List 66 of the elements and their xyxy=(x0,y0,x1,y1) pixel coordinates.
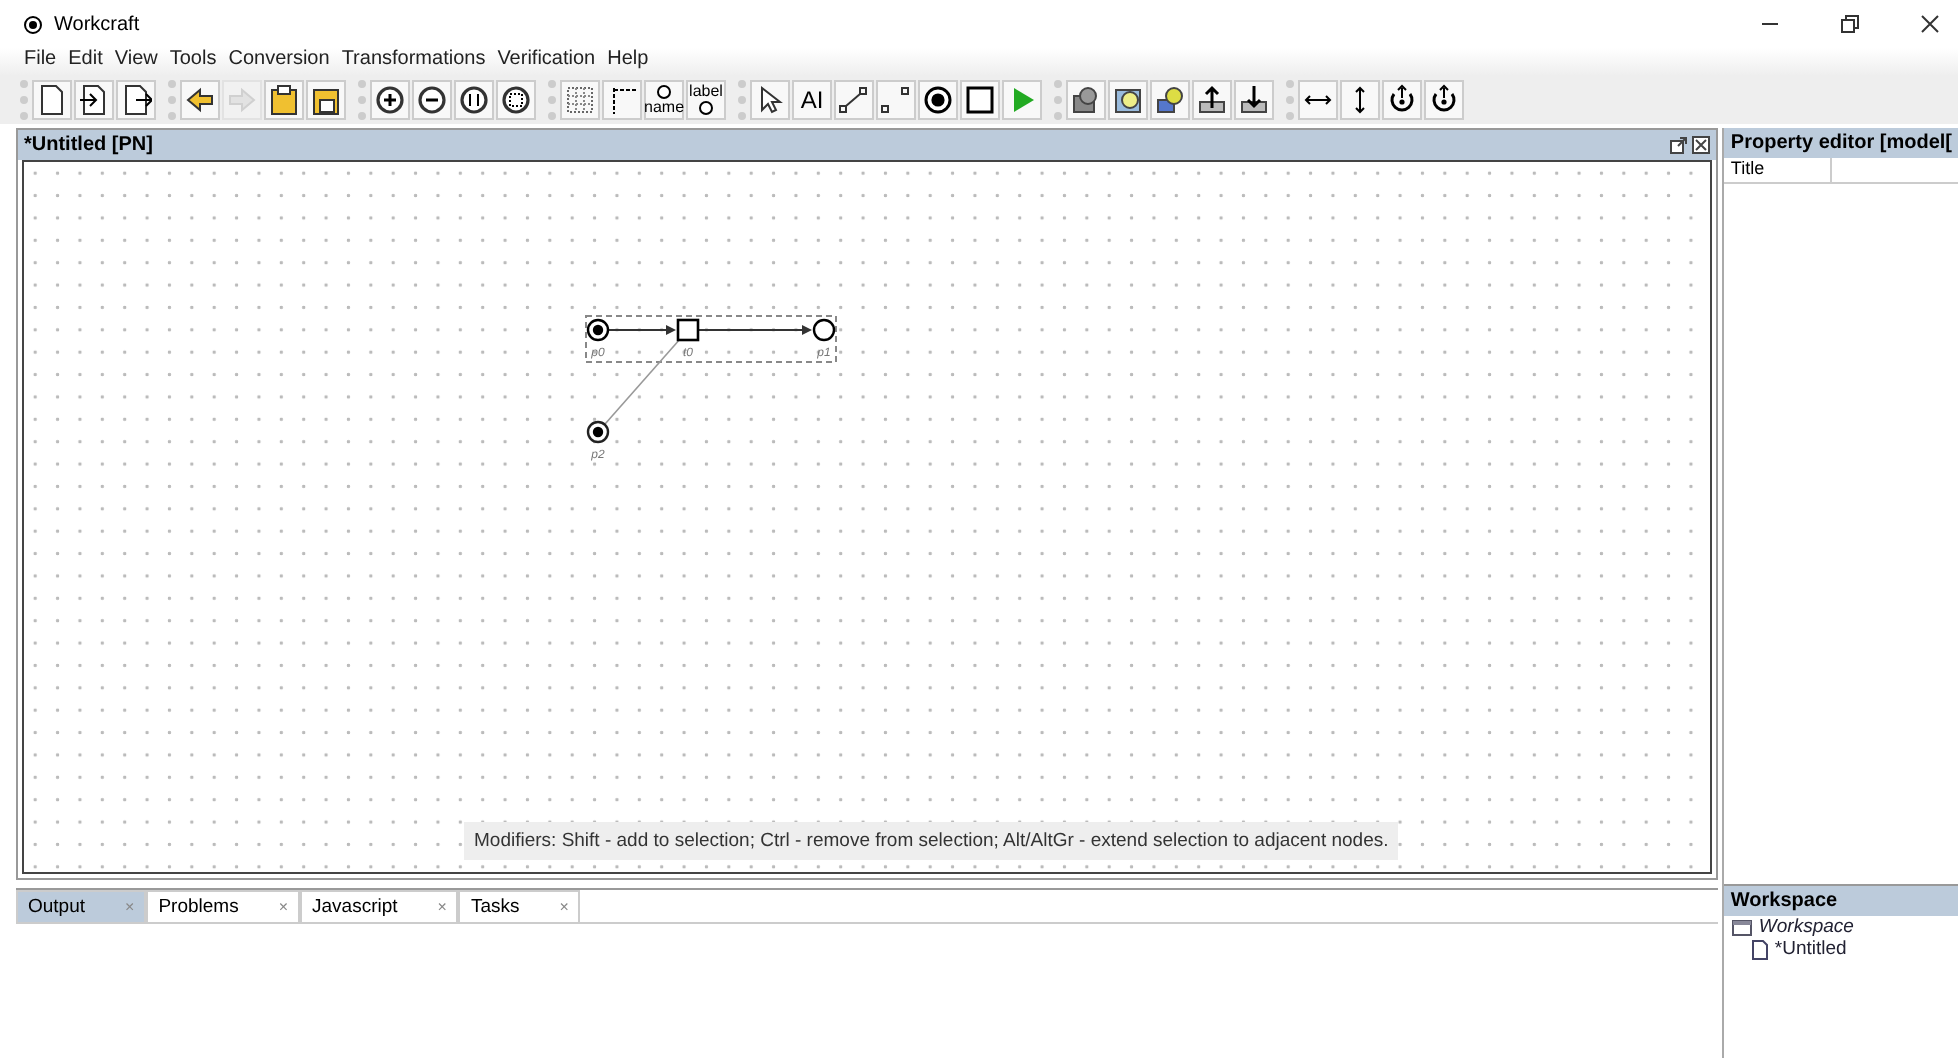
grid-icon[interactable] xyxy=(560,80,600,120)
menu-item[interactable]: Conversion xyxy=(228,48,330,76)
column-header: Title xyxy=(1724,158,1833,182)
layer-icon[interactable] xyxy=(1108,80,1148,120)
arc-arrow[interactable] xyxy=(607,325,676,335)
pointer-icon[interactable] xyxy=(750,80,790,120)
label-toggle[interactable]: label xyxy=(686,80,726,120)
modifier-hint: Modifiers: Shift - add to selection; Ctrl - remove from selection; Alt/AltGr - extend selection to adjacent nodes. xyxy=(464,822,1399,860)
zoom-actual-icon[interactable] xyxy=(454,80,494,120)
undock-icon[interactable] xyxy=(1670,136,1689,154)
panel-tab[interactable]: Javascript × xyxy=(300,890,459,922)
zoom-in-icon[interactable] xyxy=(370,80,410,120)
move-up-icon[interactable] xyxy=(1192,80,1232,120)
transition-node[interactable] xyxy=(676,318,700,342)
export-file-icon[interactable] xyxy=(116,80,156,120)
place-node[interactable] xyxy=(812,318,836,342)
import-file-icon[interactable] xyxy=(74,80,114,120)
clipboard-icon[interactable] xyxy=(306,80,346,120)
name-toggle[interactable]: name xyxy=(644,80,684,120)
connect-icon[interactable] xyxy=(834,80,874,120)
rotate-icon[interactable] xyxy=(1424,80,1464,120)
transition-icon[interactable] xyxy=(960,80,1000,120)
app-icon xyxy=(24,15,42,33)
place-icon[interactable] xyxy=(918,80,958,120)
layer-icon[interactable] xyxy=(1150,80,1190,120)
arc-arrow[interactable] xyxy=(697,325,812,335)
zoom-fit-icon[interactable] xyxy=(496,80,536,120)
folder-icon xyxy=(1732,919,1753,935)
menu-item[interactable]: View xyxy=(114,48,158,76)
menu-item[interactable]: Verification xyxy=(497,48,596,76)
rotate-icon[interactable] xyxy=(1382,80,1422,120)
panel-title: Property editor [model[ xyxy=(1730,132,1952,154)
file-icon xyxy=(1752,939,1769,959)
new-file-icon[interactable] xyxy=(32,80,72,120)
connect-icon[interactable] xyxy=(876,80,916,120)
close-icon[interactable]: × xyxy=(437,898,447,916)
tree-item[interactable]: *Untitled xyxy=(1774,938,1847,960)
menu-item[interactable]: Help xyxy=(607,48,649,76)
close-icon[interactable] xyxy=(1692,136,1711,154)
close-icon[interactable]: × xyxy=(278,898,288,916)
tree-item[interactable]: Workspace xyxy=(1758,916,1854,938)
zoom-out-icon[interactable] xyxy=(412,80,452,120)
menu-item[interactable]: Transformations xyxy=(341,48,486,76)
menu-item[interactable]: File xyxy=(24,48,57,76)
close-icon[interactable]: × xyxy=(559,898,569,916)
circle-icon xyxy=(698,100,714,116)
place-node[interactable] xyxy=(586,420,610,444)
panel-title: Workspace xyxy=(1730,890,1840,912)
clipboard-icon[interactable] xyxy=(264,80,304,120)
panel-tab[interactable]: Problems × xyxy=(146,890,300,922)
text-tool[interactable]: AI xyxy=(792,80,832,120)
flip-horizontal-icon[interactable] xyxy=(1298,80,1338,120)
close-icon[interactable] xyxy=(1918,12,1942,36)
circle-icon xyxy=(656,84,672,100)
menu-item[interactable]: Tools xyxy=(169,48,217,76)
editor-title: *Untitled [PN] xyxy=(24,134,155,156)
flip-vertical-icon[interactable] xyxy=(1340,80,1380,120)
panel-tab[interactable]: Tasks × xyxy=(458,890,581,922)
ruler-icon[interactable] xyxy=(602,80,642,120)
menu-item[interactable]: Edit xyxy=(68,48,103,76)
panel-tab[interactable]: Output × xyxy=(16,890,147,922)
move-down-icon[interactable] xyxy=(1234,80,1274,120)
layer-icon[interactable] xyxy=(1066,80,1106,120)
restore-icon[interactable] xyxy=(1838,12,1862,36)
window-title: Workcraft xyxy=(54,13,142,35)
place-node[interactable] xyxy=(586,318,610,342)
